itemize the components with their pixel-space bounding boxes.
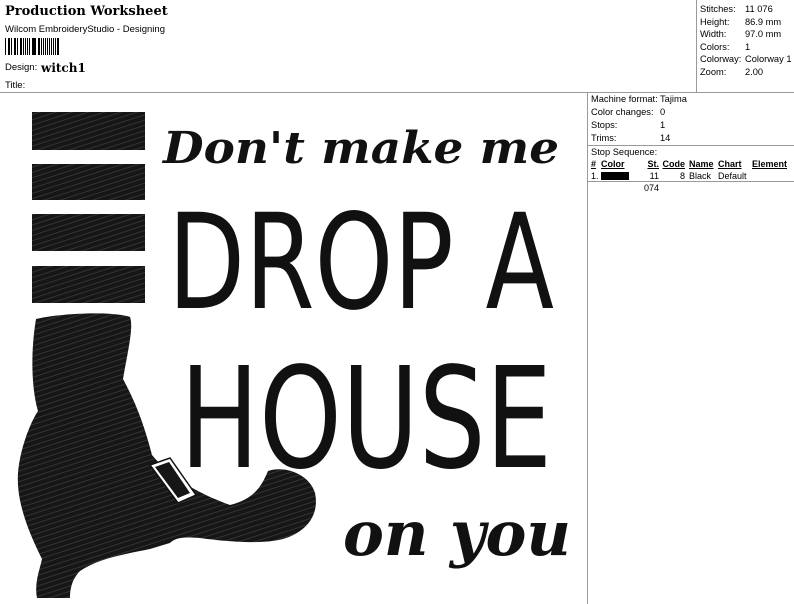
stocking-stripe-4 <box>32 266 145 303</box>
stocking-stripe-2 <box>32 164 145 200</box>
machine-format: Machine format: Tajima <box>591 94 687 104</box>
info-colors: Colors: 1 <box>700 41 751 52</box>
barcode-bar <box>55 38 57 55</box>
stops: Stops: 1 <box>591 120 666 130</box>
machine-info-panel: Machine format: Tajima Color changes: 0 St… <box>588 93 794 604</box>
barcode <box>5 38 61 55</box>
barcode-bar <box>28 38 30 55</box>
embroidery-design: Don't make me DROP A HOUSE on you <box>17 112 571 598</box>
worksheet-header: Production Worksheet Wilcom EmbroiderySt… <box>0 0 794 93</box>
design-text-line3: HOUSE <box>180 338 552 501</box>
trims: Trims: 14 <box>591 133 671 143</box>
barcode-bar <box>26 38 28 55</box>
stocking-stripe-3 <box>32 214 145 251</box>
barcode-bar <box>21 38 22 55</box>
barcode-bar <box>44 38 46 55</box>
info-width: Width: 97.0 mm <box>700 29 782 40</box>
worksheet-title: Production Worksheet <box>5 4 168 19</box>
design-preview: Don't make me DROP A HOUSE on you <box>0 93 588 604</box>
barcode-bar <box>34 38 36 55</box>
table-row: 1. 11 074 8 Black Default <box>588 170 794 193</box>
info-zoom: Zoom: 2.00 <box>700 66 764 77</box>
stop-sequence-header: # Color St. Code Name Chart Element <box>591 159 788 169</box>
color-swatch <box>601 172 629 180</box>
info-stitches: Stitches: 11 076 <box>700 4 773 14</box>
design-text-line2: DROP A <box>168 186 554 340</box>
stop-sequence-title: Stop Sequence: <box>588 145 794 158</box>
title-label: Title: <box>5 80 26 91</box>
design-info-panel: Stitches: 11 076 Height: 86.9 mm Width: 97.… <box>696 0 794 93</box>
stocking-stripe-1 <box>32 112 145 150</box>
application-name: Wilcom EmbroideryStudio - Designing <box>5 24 165 35</box>
color-changes: Color changes: 0 <box>591 107 666 117</box>
barcode-bar <box>10 38 12 55</box>
barcode-bar <box>5 38 6 55</box>
barcode-bar <box>14 38 17 55</box>
info-colorway: Colorway: Colorway 1 <box>700 54 792 65</box>
design-label: Design: <box>5 62 38 73</box>
design-text-line4: on you <box>343 497 571 570</box>
info-height: Height: 86.9 mm <box>700 16 782 27</box>
production-worksheet: Production Worksheet Wilcom EmbroiderySt… <box>0 0 794 604</box>
design-name: witch1 <box>41 61 86 75</box>
barcode-bar <box>39 38 40 55</box>
barcode-bar <box>49 38 51 55</box>
design-text-line1: Don't make me <box>161 123 559 174</box>
